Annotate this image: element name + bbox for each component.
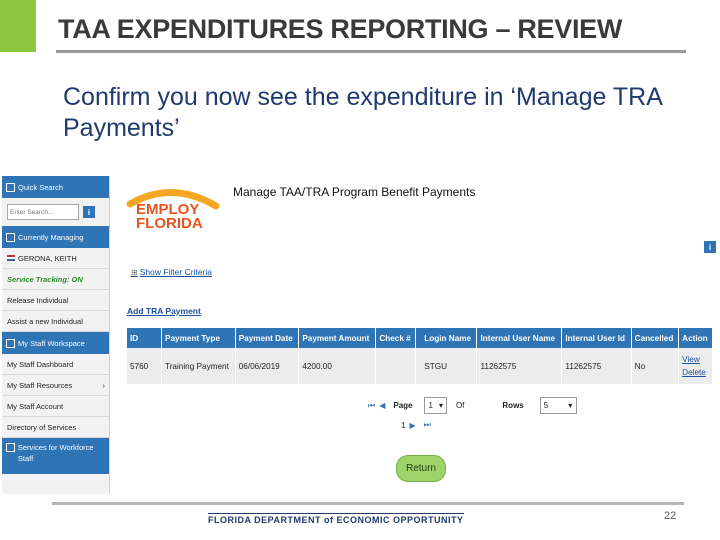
managed-individual[interactable]: GERONA, KEITH (2, 248, 109, 269)
chevron-down-icon: ▾ (438, 401, 443, 410)
next-page-icon[interactable]: ▶ (409, 421, 415, 430)
col-payment-date[interactable]: Payment Date (235, 328, 300, 348)
cell-amount: 4200.00 (298, 348, 377, 384)
col-internal-user-id[interactable]: Internal User Id (561, 328, 632, 348)
quick-search-row: i (2, 198, 109, 226)
staff-workspace-header[interactable]: My Staff Workspace (2, 332, 109, 354)
rows-select[interactable]: 5 ▾ (539, 397, 578, 414)
accent-bar (0, 0, 36, 52)
page-select-value: 1 (428, 401, 433, 410)
cell-payment-date: 06/06/2019 (235, 348, 300, 384)
release-individual-link[interactable]: Release Individual (2, 290, 109, 311)
return-button[interactable]: Return (396, 455, 446, 482)
info-icon[interactable]: i (704, 241, 716, 253)
assist-new-individual-link[interactable]: Assist a new Individual (2, 311, 109, 332)
flag-icon (7, 255, 15, 261)
payments-table: ID Payment Type Payment Date Payment Amo… (127, 328, 713, 384)
table-row: 5760 Training Payment 06/06/2019 4200.00… (127, 348, 713, 384)
show-filter-label: Show Filter Criteria (139, 267, 212, 277)
employ-florida-logo: EMPLOY FLORIDA (126, 189, 220, 230)
sidebar-item-directory[interactable]: Directory of Services (2, 417, 109, 438)
col-cancelled[interactable]: Cancelled (631, 328, 680, 348)
show-filter-link[interactable]: ⊞ Show Filter Criteria (131, 267, 212, 277)
cell-payment-type: Training Payment (161, 348, 236, 384)
rows-label: Rows (502, 401, 524, 410)
sidebar: Quick Search i Currently Managing GERONA… (2, 176, 110, 494)
col-login-name[interactable]: Login Name (415, 328, 478, 348)
service-tracking-label: Service Tracking: ON (7, 274, 83, 284)
cell-check (375, 348, 417, 384)
cell-action: View Delete (678, 348, 713, 384)
panel-title: Manage TAA/TRA Program Benefit Payments (233, 185, 476, 199)
footer-divider (52, 502, 684, 505)
staff-workspace-label: My Staff Workspace (18, 338, 85, 348)
collapse-icon (6, 338, 15, 348)
last-page-icon[interactable]: ⏭ (424, 420, 431, 430)
col-payment-amount[interactable]: Payment Amount (298, 328, 377, 348)
current-page-number: 1 (401, 420, 406, 430)
expand-icon: ⊞ (131, 267, 138, 277)
currently-managing-header[interactable]: Currently Managing (2, 226, 109, 248)
slide-title: TAA EXPENDITURES REPORTING – REVIEW (58, 14, 623, 44)
page-label: Page (393, 401, 413, 410)
first-page-icon[interactable]: ⏮ (368, 401, 375, 411)
search-input[interactable] (7, 204, 79, 220)
cell-internal-name: 11262575 (476, 348, 563, 384)
delete-link[interactable]: Delete (682, 366, 709, 379)
collapse-icon (6, 443, 15, 452)
slide-subtitle: Confirm you now see the expenditure in ‘… (63, 83, 662, 142)
services-label: Services for Workforce Staff (17, 443, 94, 463)
add-tra-payment-link[interactable]: Add TRA Payment (127, 306, 201, 316)
view-link[interactable]: View (682, 353, 709, 366)
cell-cancelled: No (631, 348, 680, 384)
col-id[interactable]: ID (127, 328, 162, 348)
sidebar-item-dashboard[interactable]: My Staff Dashboard (2, 354, 109, 375)
info-icon[interactable]: i (83, 206, 95, 218)
currently-managing-label: Currently Managing (18, 232, 84, 242)
chevron-right-icon: › (102, 380, 106, 390)
col-payment-type[interactable]: Payment Type (161, 328, 236, 348)
pagination: ⏮ ◀ Page 1 ▾ Of Rows 5 ▾ (368, 397, 578, 414)
page-select[interactable]: 1 ▾ (424, 397, 447, 414)
logo-text-2: FLORIDA (136, 215, 203, 230)
chevron-down-icon: ▾ (568, 401, 573, 410)
collapse-icon (6, 182, 15, 192)
col-internal-user-name[interactable]: Internal User Name (476, 328, 563, 348)
cell-internal-id: 11262575 (561, 348, 632, 384)
of-label: Of (455, 401, 465, 410)
table-header-row: ID Payment Type Payment Date Payment Amo… (127, 328, 713, 348)
service-tracking-status: Service Tracking: ON (2, 269, 109, 290)
rows-select-value: 5 (543, 401, 549, 410)
quick-search-header[interactable]: Quick Search (2, 176, 109, 198)
sidebar-item-resources[interactable]: My Staff Resources › (2, 375, 109, 396)
page-number: 22 (664, 510, 677, 522)
prev-page-icon[interactable]: ◀ (379, 401, 385, 410)
cell-id: 5760 (127, 348, 162, 384)
col-check[interactable]: Check # (375, 328, 417, 348)
sidebar-item-account[interactable]: My Staff Account (2, 396, 109, 417)
services-header[interactable]: Services for Workforce Staff (2, 438, 109, 474)
col-action: Action (678, 328, 713, 348)
footer-text: FLORIDA DEPARTMENT of ECONOMIC OPPORTUNI… (208, 513, 464, 525)
pagination-bottom: 1 ▶ ⏭ (401, 420, 435, 430)
quick-search-label: Quick Search (18, 182, 64, 192)
managed-individual-name: GERONA, KEITH (18, 253, 77, 263)
collapse-icon (6, 232, 15, 242)
sidebar-item-label: My Staff Resources (7, 380, 73, 390)
title-divider (56, 50, 686, 53)
cell-login: STGU (415, 348, 478, 384)
